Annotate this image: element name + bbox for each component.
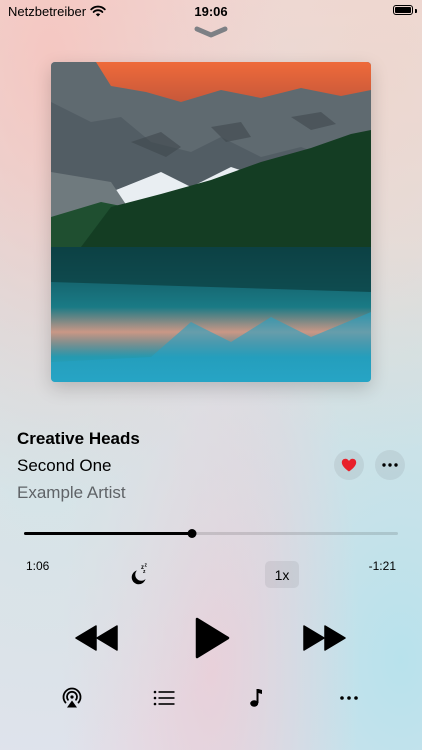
forward-button[interactable] <box>302 622 346 654</box>
track-subtitle: Second One <box>17 456 112 475</box>
battery-icon <box>393 5 413 15</box>
sleep-timer-button[interactable]: z z z <box>128 562 152 586</box>
progress-slider[interactable] <box>24 529 398 538</box>
svg-text:z: z <box>143 569 146 575</box>
heart-icon <box>341 458 357 472</box>
queue-button[interactable] <box>152 686 176 710</box>
forward-icon <box>303 625 346 651</box>
status-time: 19:06 <box>194 4 228 19</box>
bottom-more-button[interactable] <box>337 686 361 710</box>
album-artwork <box>51 62 371 382</box>
moon-zzz-icon: z z z <box>131 563 148 585</box>
music-note-icon <box>250 689 262 707</box>
progress-fill <box>24 532 193 535</box>
track-artist[interactable]: Example Artist <box>17 483 126 503</box>
list-icon <box>153 690 175 706</box>
airplay-icon <box>62 687 82 708</box>
battery-tip <box>415 9 417 13</box>
elapsed-time: 1:06 <box>26 559 50 573</box>
status-bar: Netzbetreiber 19:06 <box>0 0 422 22</box>
ellipsis-icon <box>340 696 358 700</box>
lyrics-button[interactable] <box>244 686 268 710</box>
progress-knob[interactable] <box>187 529 197 538</box>
svg-text:z: z <box>145 563 148 569</box>
remaining-time: -1:21 <box>368 559 396 573</box>
play-icon <box>195 617 230 659</box>
more-options-button[interactable] <box>375 450 405 480</box>
ellipsis-icon <box>382 463 398 467</box>
track-title: Creative Heads <box>17 429 140 448</box>
favorite-button[interactable] <box>334 450 364 480</box>
backward-icon <box>75 625 118 651</box>
airplay-button[interactable] <box>60 686 84 710</box>
playback-speed-button[interactable]: 1x <box>265 561 299 588</box>
chevron-down-icon[interactable] <box>193 25 229 39</box>
rewind-button[interactable] <box>75 622 119 654</box>
play-button[interactable] <box>193 616 231 660</box>
